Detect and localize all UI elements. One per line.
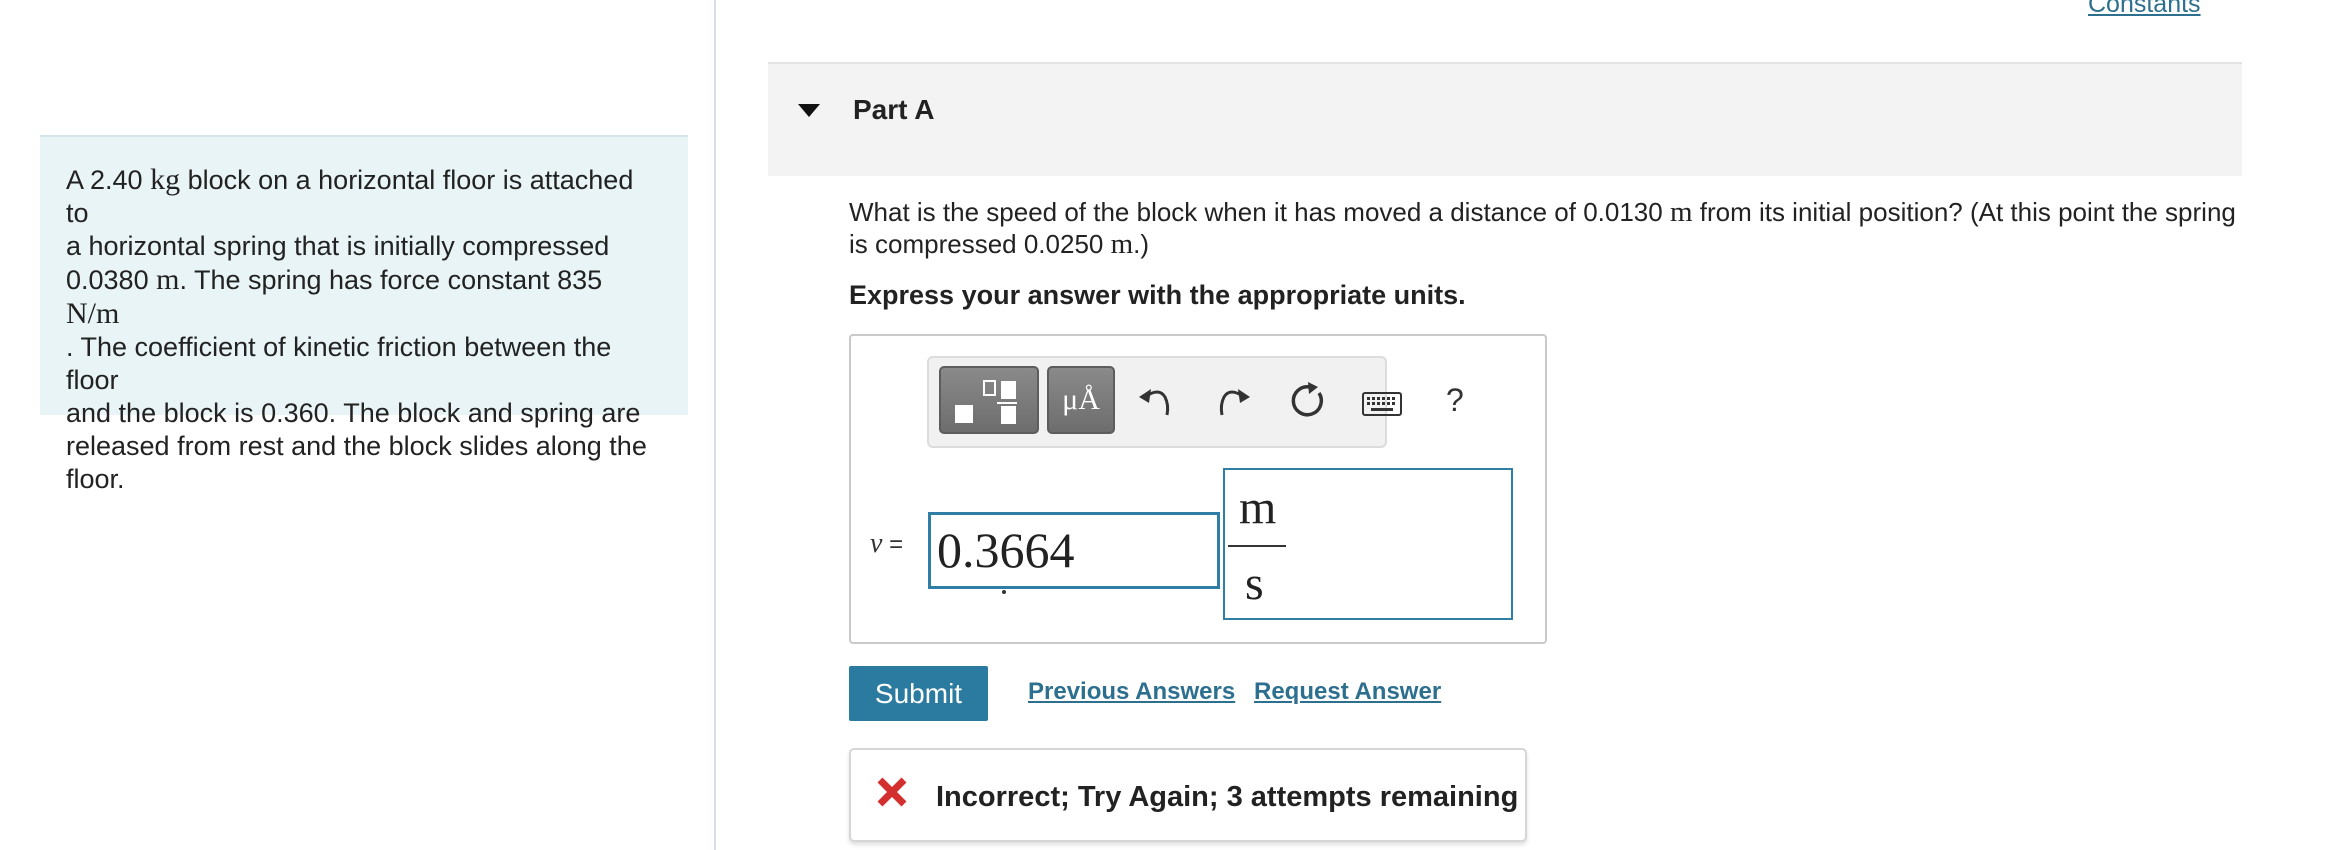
problem-line: and the block is 0.360. The block and sp… <box>66 398 641 428</box>
answer-instruction: Express your answer with the appropriate… <box>849 280 1466 310</box>
part-a-header[interactable] <box>768 64 2242 176</box>
problem-line: . The coefficient of kinetic friction be… <box>66 332 612 395</box>
unit-denominator: s <box>1245 557 1264 610</box>
reset-icon[interactable] <box>1288 381 1328 421</box>
keyboard-icon[interactable] <box>1362 392 1402 416</box>
submit-button[interactable]: Submit <box>849 666 988 721</box>
units-button[interactable]: μÅ <box>1047 366 1115 434</box>
constants-link[interactable]: Constants <box>2088 0 2201 19</box>
question-text: What is the speed of the block when it h… <box>849 196 2236 260</box>
feedback-message: Incorrect; Try Again; 3 attempts remaini… <box>936 781 1519 813</box>
problem-statement: A 2.40 kg block on a horizontal floor is… <box>40 135 688 494</box>
input-cursor-dot <box>1002 590 1006 594</box>
problem-line: A 2.40 kg block on a horizontal floor is… <box>66 163 634 228</box>
panel-divider <box>714 0 716 850</box>
incorrect-x-icon <box>877 777 907 807</box>
undo-icon[interactable] <box>1137 383 1175 419</box>
previous-answers-link[interactable]: Previous Answers <box>1028 678 1235 706</box>
problem-line: released from rest and the block slides … <box>66 431 647 461</box>
variable-label: v = <box>870 528 904 559</box>
templates-icon <box>955 380 1017 424</box>
problem-line: 0.0380 m. The spring has force constant … <box>66 263 603 330</box>
collapse-caret-icon[interactable] <box>798 104 820 117</box>
fraction-bar <box>1228 545 1286 547</box>
part-title: Part A <box>853 94 935 125</box>
help-icon[interactable]: ? <box>1446 382 1464 419</box>
redo-icon[interactable] <box>1214 383 1252 419</box>
templates-button[interactable] <box>939 366 1039 434</box>
problem-line: a horizontal spring that is initially co… <box>66 231 610 261</box>
value-input[interactable]: 0.3664 <box>928 512 1220 589</box>
request-answer-link[interactable]: Request Answer <box>1254 678 1441 706</box>
units-icon: μÅ <box>1062 383 1100 416</box>
unit-numerator: m <box>1239 481 1277 534</box>
problem-line: floor. <box>66 464 125 494</box>
